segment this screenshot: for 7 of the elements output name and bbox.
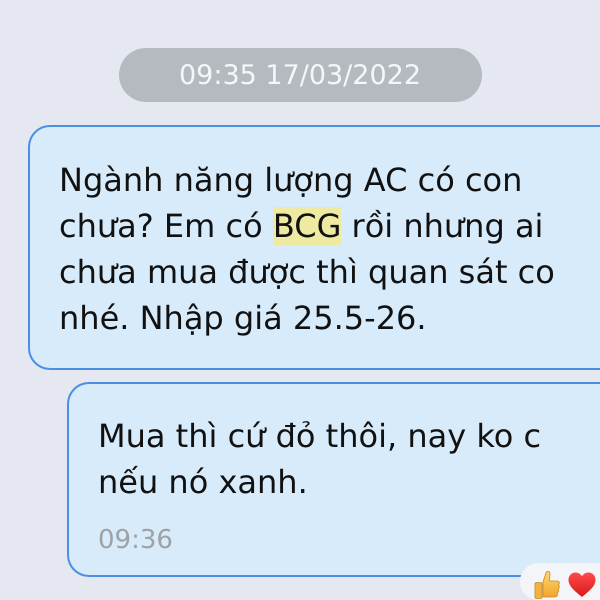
reaction-pill[interactable]	[520, 563, 600, 600]
message-text: Ngành năng lượng AC có con chưa? Em có BCG rồi nhưng ai chưa mua được thì quan sát co nhé. Nhập giá 25.5-26.	[59, 160, 555, 339]
heart-icon	[568, 572, 596, 598]
date-divider: 09:35 17/03/2022	[118, 48, 482, 102]
message-text: Mua thì cứ đỏ thôi, nay ko c nếu nó xanh.	[98, 416, 542, 503]
message-time: 09:36	[98, 525, 173, 555]
thumbs-up-icon	[534, 570, 560, 600]
